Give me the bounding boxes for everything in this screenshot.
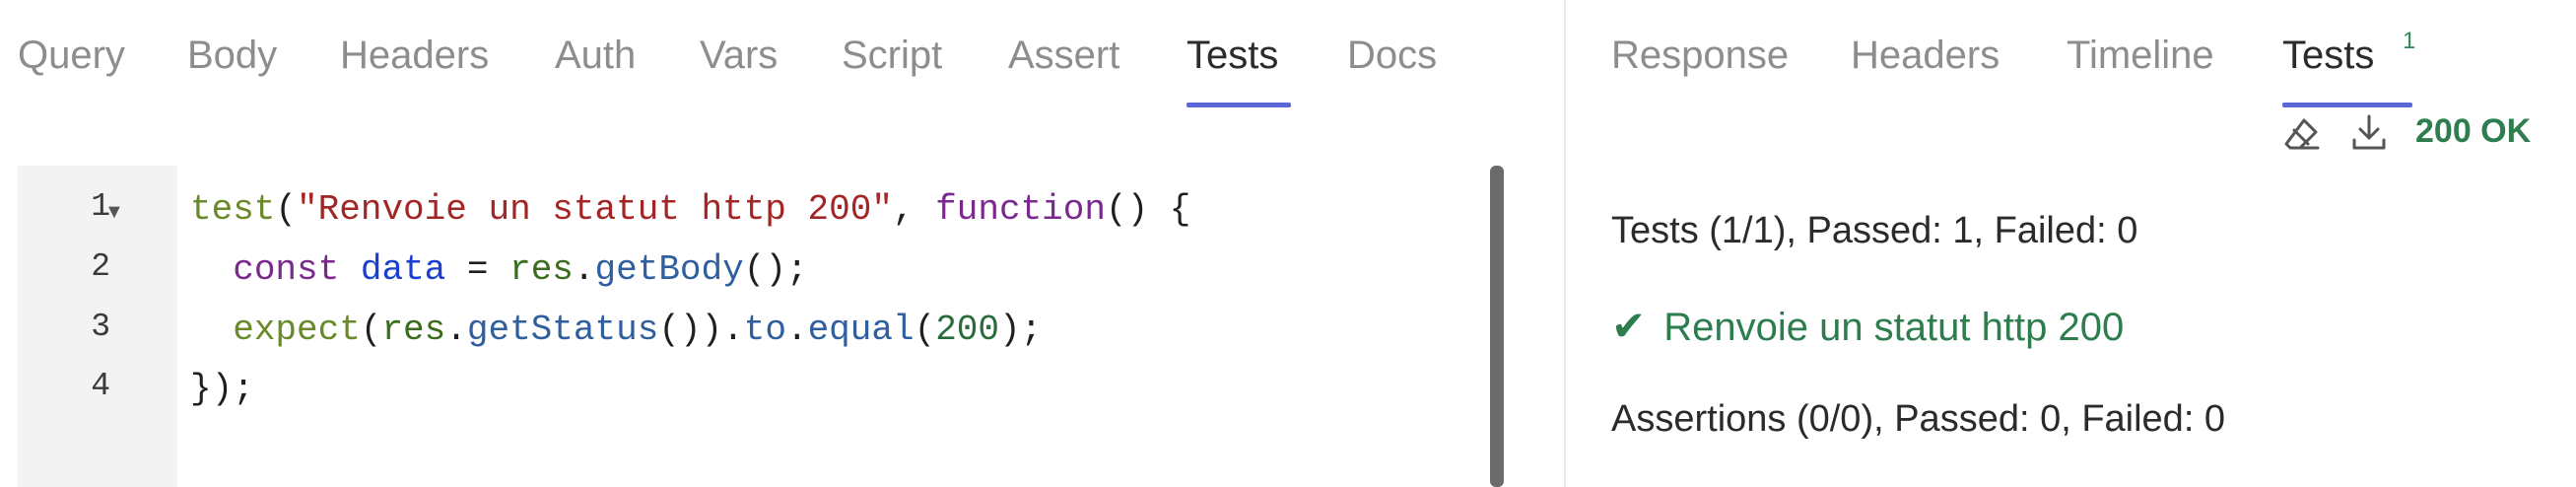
code-token: ()). <box>658 310 744 350</box>
passed-test-name: Renvoie un statut http 200 <box>1663 306 2125 349</box>
fold-arrow-icon[interactable]: ▼ <box>104 201 124 224</box>
code-token: }); <box>190 369 254 409</box>
download-icon[interactable] <box>2349 112 2389 154</box>
code-token: test <box>190 189 276 230</box>
code-token: "Renvoie un statut http 200" <box>297 189 893 230</box>
code-token: function <box>935 189 1106 230</box>
tab-response-tests[interactable]: Tests <box>2282 26 2374 85</box>
line-number-gutter: 1 ▼ 2 3 4 <box>18 166 177 487</box>
code-token: to <box>743 310 786 350</box>
tab-query[interactable]: Query <box>18 26 125 85</box>
code-token: 200 <box>935 310 1000 350</box>
status-code: 200 OK <box>2415 112 2532 150</box>
tab-auth[interactable]: Auth <box>555 26 636 85</box>
code-token: getStatus <box>466 310 659 350</box>
tab-headers[interactable]: Headers <box>340 26 489 85</box>
code-token: expect <box>233 310 361 350</box>
code-token: ( <box>914 310 936 350</box>
code-token: res <box>509 249 574 290</box>
tests-summary: Tests (1/1), Passed: 1, Failed: 0 <box>1611 210 2138 251</box>
line-number: 3 <box>91 309 110 345</box>
tab-docs[interactable]: Docs <box>1347 26 1437 85</box>
code-token: res <box>381 310 446 350</box>
code-line: test("Renvoie un statut http 200", funct… <box>190 187 1190 233</box>
code-token: (); <box>743 249 808 290</box>
tab-assert[interactable]: Assert <box>1008 26 1119 85</box>
code-editor[interactable]: 1 ▼ 2 3 4 test("Renvoie un statut http 2… <box>18 166 1508 487</box>
code-token: . <box>785 310 808 350</box>
code-line: expect(res.getStatus()).to.equal(200); <box>190 308 1042 353</box>
code-token: const <box>233 249 340 290</box>
code-token: equal <box>807 310 915 350</box>
tab-vars[interactable]: Vars <box>700 26 778 85</box>
tests-count-badge: 1 <box>2403 28 2416 54</box>
code-token: . <box>573 249 595 290</box>
code-token: . <box>445 310 467 350</box>
tab-response[interactable]: Response <box>1611 26 1789 85</box>
code-token: = <box>445 249 510 290</box>
eraser-icon[interactable] <box>2282 114 2322 154</box>
pane-divider[interactable] <box>1564 0 1566 487</box>
checkmark-icon: ✔ <box>1611 303 1647 349</box>
editor-scrollbar[interactable] <box>1490 166 1504 487</box>
code-token: ( <box>360 310 382 350</box>
code-token: getBody <box>594 249 744 290</box>
line-number: 4 <box>91 368 110 404</box>
assertions-summary: Assertions (0/0), Passed: 0, Failed: 0 <box>1611 398 2226 440</box>
tab-tests[interactable]: Tests <box>1186 26 1278 85</box>
active-tab-indicator <box>1186 103 1291 107</box>
code-token: data <box>360 249 446 290</box>
code-token: , <box>892 189 936 230</box>
passed-test-row: ✔ Renvoie un statut http 200 <box>1611 302 2124 350</box>
code-token: ); <box>999 310 1043 350</box>
active-response-tab-indicator <box>2282 103 2412 107</box>
line-number: 2 <box>91 248 110 285</box>
code-token: ( <box>275 189 298 230</box>
code-line: const data = res.getBody(); <box>190 247 808 293</box>
code-token: () { <box>1105 189 1191 230</box>
tab-response-headers[interactable]: Headers <box>1851 26 2000 85</box>
tab-script[interactable]: Script <box>842 26 942 85</box>
tab-body[interactable]: Body <box>187 26 277 85</box>
code-line: }); <box>190 367 254 412</box>
tab-timeline[interactable]: Timeline <box>2067 26 2214 85</box>
